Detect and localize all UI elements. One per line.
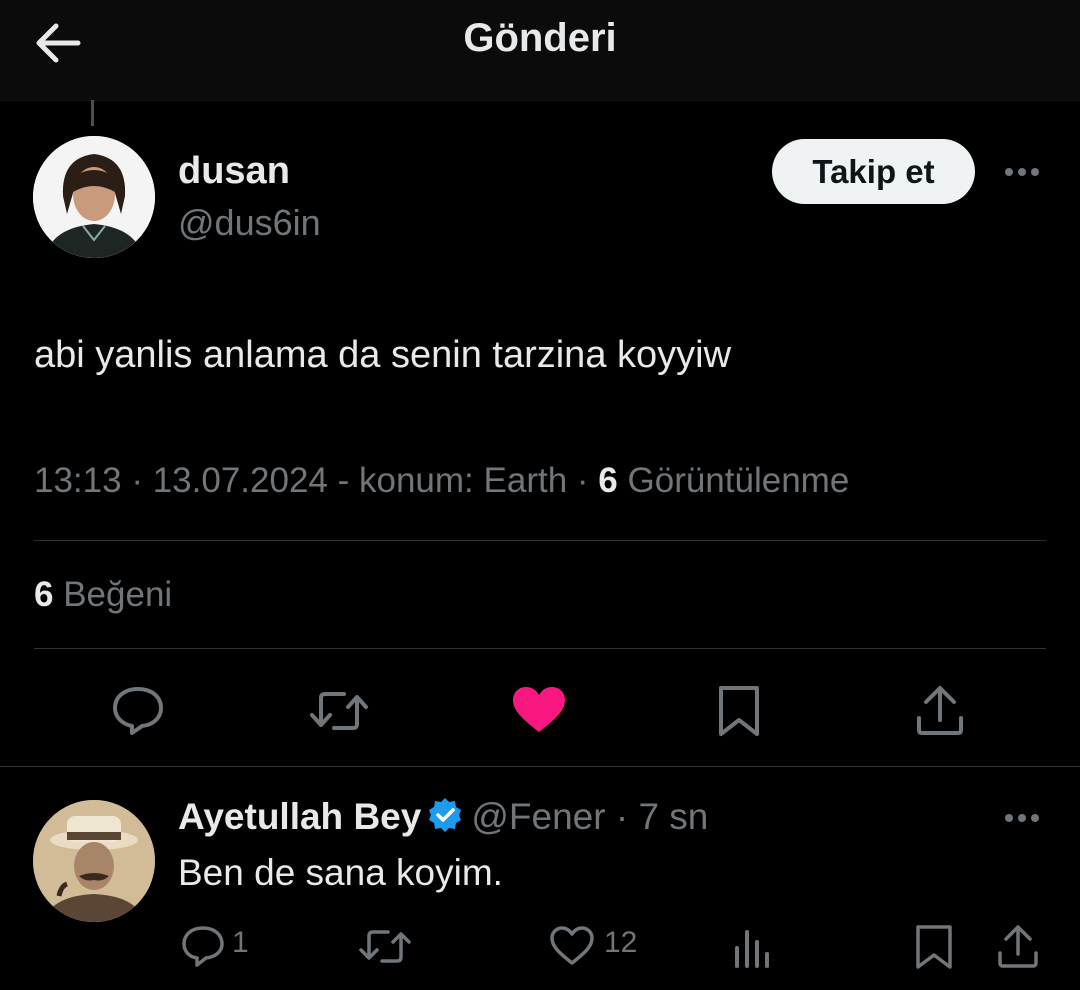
heart-icon[interactable] xyxy=(550,926,594,966)
bookmark-icon[interactable] xyxy=(716,684,762,738)
reply-time: 7 sn xyxy=(638,796,709,837)
share-icon[interactable] xyxy=(914,684,966,738)
reply-header: Ayetullah Bey @Fener · 7 sn xyxy=(178,796,708,842)
divider xyxy=(0,766,1080,767)
likes-summary[interactable]: 6 Beğeni xyxy=(34,575,172,615)
heart-icon[interactable] xyxy=(511,686,567,734)
share-icon[interactable] xyxy=(996,924,1040,970)
avatar[interactable] xyxy=(33,136,155,258)
bookmark-icon[interactable] xyxy=(914,924,954,970)
verified-badge-icon xyxy=(427,797,463,842)
tweet-time: 13:13 xyxy=(34,461,122,500)
views-label: Görüntülenme xyxy=(627,461,850,500)
separator-dot: · xyxy=(576,461,599,500)
separator-dot: · xyxy=(605,796,639,837)
more-icon[interactable] xyxy=(1000,160,1050,184)
thread-line xyxy=(91,100,94,126)
divider xyxy=(34,648,1046,649)
divider xyxy=(34,540,1046,541)
more-icon[interactable] xyxy=(1000,806,1050,830)
retweet-icon[interactable] xyxy=(308,686,370,736)
reply-like-count: 12 xyxy=(604,926,638,959)
top-bar: Gönderi xyxy=(0,0,1080,101)
reply-author-name[interactable]: Ayetullah Bey xyxy=(178,796,421,837)
page-title: Gönderi xyxy=(463,16,617,60)
tweet-date: 13.07.2024 xyxy=(152,461,328,500)
reply-icon[interactable] xyxy=(180,924,226,968)
separator-dot: · xyxy=(131,461,153,500)
author-handle[interactable]: @dus6in xyxy=(178,202,321,244)
author-name[interactable]: dusan xyxy=(178,150,290,193)
analytics-icon[interactable] xyxy=(732,926,772,968)
tweet-text: abi yanlis anlama da senin tarzina koyyi… xyxy=(34,334,732,376)
likes-label: Beğeni xyxy=(63,575,173,614)
avatar[interactable] xyxy=(33,800,155,922)
views-count: 6 xyxy=(598,461,618,500)
reply-icon[interactable] xyxy=(110,684,166,736)
reply-count: 1 xyxy=(232,926,249,959)
tweet-meta: 13:13 · 13.07.2024 - konum: Earth · 6 Gö… xyxy=(34,461,849,501)
likes-count: 6 xyxy=(34,575,54,614)
reply-text: Ben de sana koyim. xyxy=(178,852,503,893)
tweet-location: - konum: Earth xyxy=(337,461,568,500)
retweet-icon[interactable] xyxy=(358,926,412,966)
follow-button[interactable]: Takip et xyxy=(772,139,975,204)
reply-author-handle[interactable]: @Fener xyxy=(471,796,605,837)
